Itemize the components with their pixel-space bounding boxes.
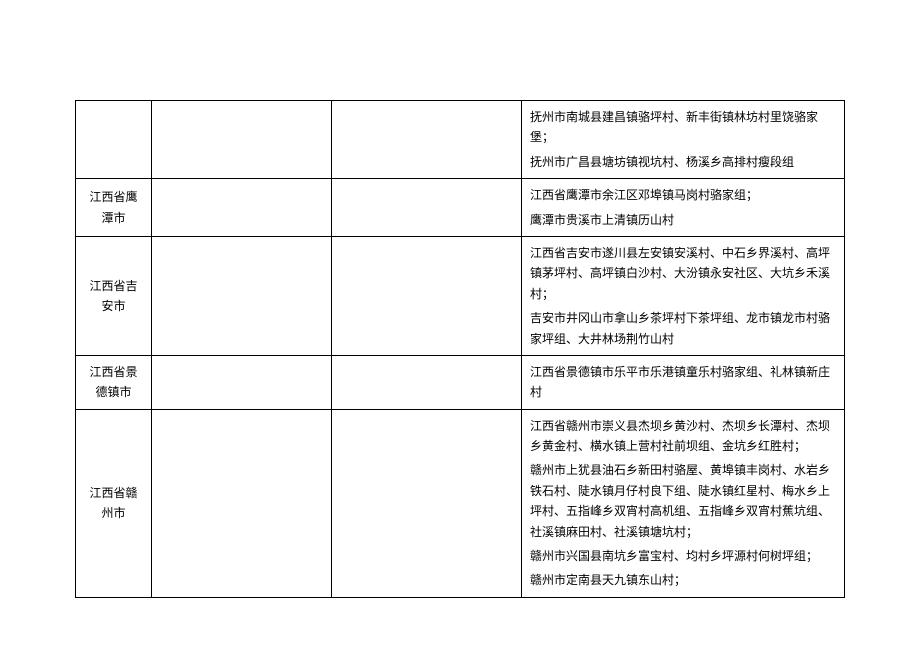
col2-cell (152, 355, 332, 409)
col3-cell (332, 409, 522, 597)
detail-text: 赣州市兴国县南坑乡富宝村、均村乡坪源村何树坪组； (530, 546, 836, 566)
details-cell: 江西省吉安市遂川县左安镇安溪村、中石乡界溪村、高坪镇茅坪村、高坪镇白沙村、大汾镇… (522, 236, 845, 355)
col3-cell (332, 179, 522, 237)
detail-text: 江西省景德镇市乐平市乐港镇童乐村骆家组、礼林镇新庄村 (530, 362, 836, 403)
detail-text: 抚州市广昌县塘坊镇视坑村、杨溪乡高排村瘦段组 (530, 152, 836, 172)
city-cell: 江西省鹰潭市 (76, 179, 152, 237)
detail-text: 赣州市上犹县油石乡新田村骆屋、黄埠镇丰岗村、水岩乡铁石村、陡水镇月仔村良下组、陡… (530, 460, 836, 542)
col2-cell (152, 236, 332, 355)
detail-text: 赣州市定南县天九镇东山村； (530, 570, 836, 590)
city-cell: 江西省景德镇市 (76, 355, 152, 409)
table-row: 抚州市南城县建昌镇骆坪村、新丰街镇林坊村里饶骆家堡； 抚州市广昌县塘坊镇视坑村、杨… (76, 101, 845, 179)
city-cell: 江西省赣州市 (76, 409, 152, 597)
details-cell: 江西省赣州市崇义县杰坝乡黄沙村、杰坝乡长潭村、杰坝乡黄金村、横水镇上营村社前坝组… (522, 409, 845, 597)
col2-cell (152, 409, 332, 597)
table-row: 江西省赣州市 江西省赣州市崇义县杰坝乡黄沙村、杰坝乡长潭村、杰坝乡黄金村、横水镇上… (76, 409, 845, 597)
details-cell: 抚州市南城县建昌镇骆坪村、新丰街镇林坊村里饶骆家堡； 抚州市广昌县塘坊镇视坑村、杨… (522, 101, 845, 179)
detail-text: 江西省鹰潭市余江区邓埠镇马岗村骆家组； (530, 185, 836, 205)
city-cell: 江西省吉安市 (76, 236, 152, 355)
details-cell: 江西省景德镇市乐平市乐港镇童乐村骆家组、礼林镇新庄村 (522, 355, 845, 409)
col2-cell (152, 101, 332, 179)
detail-text: 江西省赣州市崇义县杰坝乡黄沙村、杰坝乡长潭村、杰坝乡黄金村、横水镇上营村社前坝组… (530, 416, 836, 457)
col2-cell (152, 179, 332, 237)
details-cell: 江西省鹰潭市余江区邓埠镇马岗村骆家组； 鹰潭市贵溪市上清镇历山村 (522, 179, 845, 237)
table-row: 江西省景德镇市 江西省景德镇市乐平市乐港镇童乐村骆家组、礼林镇新庄村 (76, 355, 845, 409)
col3-cell (332, 355, 522, 409)
col3-cell (332, 101, 522, 179)
detail-text: 抚州市南城县建昌镇骆坪村、新丰街镇林坊村里饶骆家堡； (530, 107, 836, 148)
col3-cell (332, 236, 522, 355)
region-table: 抚州市南城县建昌镇骆坪村、新丰街镇林坊村里饶骆家堡； 抚州市广昌县塘坊镇视坑村、杨… (75, 100, 845, 598)
detail-text: 江西省吉安市遂川县左安镇安溪村、中石乡界溪村、高坪镇茅坪村、高坪镇白沙村、大汾镇… (530, 243, 836, 304)
city-cell (76, 101, 152, 179)
detail-text: 鹰潭市贵溪市上清镇历山村 (530, 210, 836, 230)
table-row: 江西省鹰潭市 江西省鹰潭市余江区邓埠镇马岗村骆家组； 鹰潭市贵溪市上清镇历山村 (76, 179, 845, 237)
detail-text: 吉安市井冈山市拿山乡茶坪村下茶坪组、龙市镇龙市村骆家坪组、大井林场荆竹山村 (530, 308, 836, 349)
table-row: 江西省吉安市 江西省吉安市遂川县左安镇安溪村、中石乡界溪村、高坪镇茅坪村、高坪镇白… (76, 236, 845, 355)
